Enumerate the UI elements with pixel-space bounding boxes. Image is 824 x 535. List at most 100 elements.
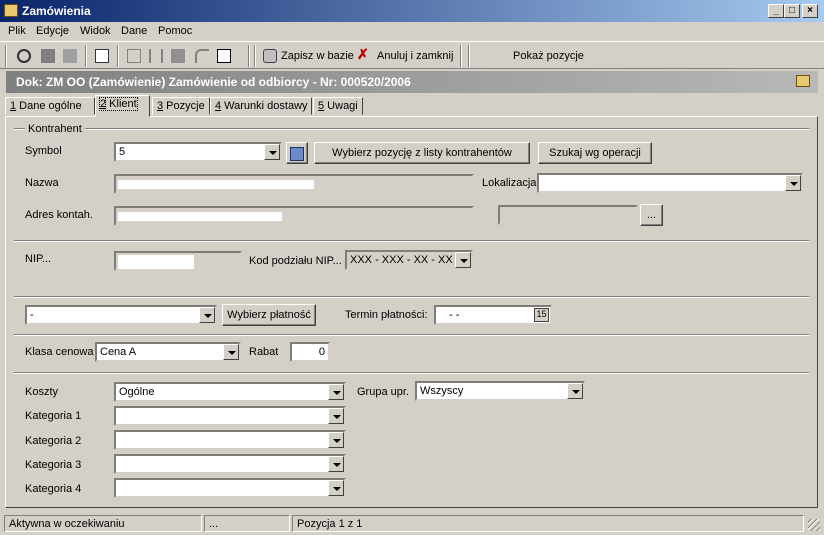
nip-label: NIP... (25, 253, 52, 265)
tab-label: Uwagi (324, 100, 358, 112)
tab-uwagi[interactable]: 5 Uwagi (313, 97, 363, 115)
symbol-label: Symbol (25, 145, 62, 157)
tab-klient[interactable]: 2 Klient (95, 95, 150, 117)
app-icon (4, 4, 18, 17)
adres-extra-field[interactable] (498, 205, 638, 225)
search-by-operation-button[interactable]: Szukaj wg operacji (538, 142, 652, 164)
toolbar-grip (5, 45, 7, 67)
menu-edycje[interactable]: Edycje (36, 25, 69, 37)
kategoria-1-label: Kategoria 1 (25, 410, 82, 422)
close-button[interactable]: × (802, 4, 818, 18)
tab-dane-ogolne[interactable]: 1 Dane ogólne (5, 97, 95, 115)
menu-dane[interactable]: Dane (121, 25, 147, 37)
chevron-down-icon[interactable] (785, 175, 801, 191)
save-db-label[interactable]: Zapisz w bazie (281, 50, 354, 62)
kategoria-3-combo[interactable] (114, 454, 346, 474)
toolbar-separator (117, 45, 119, 67)
payment-method-combo[interactable]: - (25, 305, 217, 325)
termin-platnosci-value: - - (449, 309, 460, 321)
save-tool[interactable] (38, 46, 58, 66)
lookup-icon (290, 147, 304, 161)
rabat-label: Rabat (249, 346, 279, 358)
copy-tool[interactable] (124, 46, 144, 66)
chevron-down-icon[interactable] (328, 480, 344, 496)
koszty-combo[interactable]: Ogólne (114, 382, 346, 402)
kod-podzialu-label: Kod podziału NIP... (249, 255, 342, 267)
toolbar-separator (468, 45, 470, 67)
menu-pomoc[interactable]: Pomoc (158, 25, 192, 37)
minimize-button[interactable]: _ (768, 4, 784, 18)
adres-label: Adres kontah. (25, 209, 93, 221)
tab-warunki-dostawy[interactable]: 4 Warunki dostawy (210, 97, 312, 115)
grupa-upr-combo[interactable]: Wszyscy (415, 381, 585, 401)
kategoria-1-combo[interactable] (114, 406, 346, 426)
menu-bar: Plik Edycje Widok Dane Pomoc (0, 22, 824, 41)
chevron-down-icon[interactable] (223, 344, 239, 360)
adres-field[interactable] (114, 206, 474, 226)
toolbar: Zapisz w bazie ✗ Anuluj i zamknij Pokaż … (0, 41, 824, 69)
kategoria-4-combo[interactable] (114, 478, 346, 498)
grupa-upr-label: Grupa upr. (357, 386, 409, 398)
divider (14, 240, 809, 242)
status-dots: ... (204, 515, 290, 532)
find-tool[interactable] (14, 46, 34, 66)
chevron-down-icon[interactable] (264, 144, 280, 160)
floppy-icon (41, 49, 55, 63)
ellipsis-button[interactable]: ... (640, 204, 663, 226)
window-title: Zamówienia (22, 4, 91, 18)
binoculars-icon (17, 49, 31, 63)
symbol-combo[interactable]: 5 (114, 142, 282, 162)
properties-tool[interactable] (92, 46, 112, 66)
symbol-value: 5 (119, 146, 126, 158)
cancel-close-label[interactable]: Anuluj i zamknij (377, 50, 453, 62)
chevron-down-icon[interactable] (328, 456, 344, 472)
lokalizacja-label: Lokalizacja (482, 177, 537, 189)
chevron-down-icon[interactable] (328, 432, 344, 448)
klasa-cenowa-combo[interactable]: Cena A (95, 342, 241, 362)
cancel-icon: ✗ (357, 46, 369, 62)
kategoria-2-label: Kategoria 2 (25, 435, 82, 447)
undo-tool[interactable] (192, 46, 212, 66)
properties-icon (95, 49, 109, 63)
kod-podzialu-combo[interactable]: XXX - XXX - XX - XX (345, 250, 473, 270)
calendar-icon[interactable]: 15 (534, 308, 549, 322)
divider (14, 334, 809, 336)
kod-podzialu-value: XXX - XXX - XX - XX (350, 254, 453, 266)
kategoria-2-combo[interactable] (114, 430, 346, 450)
chevron-down-icon[interactable] (328, 408, 344, 424)
rabat-field[interactable]: 0 (290, 342, 330, 362)
save-db-tool[interactable] (260, 46, 280, 66)
cut-tool[interactable] (146, 46, 166, 66)
cancel-tool[interactable]: ✗ (355, 46, 375, 66)
grupa-upr-value: Wszyscy (420, 385, 464, 397)
menu-widok[interactable]: Widok (80, 25, 111, 37)
maximize-button[interactable]: □ (784, 4, 800, 18)
menu-plik[interactable]: Plik (8, 25, 26, 37)
select-payment-button[interactable]: Wybierz płatność (222, 304, 316, 326)
divider (14, 372, 809, 374)
rabat-value: 0 (318, 346, 325, 358)
tab-pozycje[interactable]: 3 Pozycje (152, 97, 210, 115)
delete-tool[interactable] (60, 46, 80, 66)
chevron-down-icon[interactable] (567, 383, 583, 399)
lokalizacja-combo[interactable] (537, 173, 803, 193)
kontrahent-group-label: Kontrahent (25, 123, 85, 135)
kategoria-4-label: Kategoria 4 (25, 483, 82, 495)
chevron-down-icon[interactable] (455, 252, 471, 268)
mail-tool[interactable] (214, 46, 234, 66)
lookup-button[interactable] (286, 142, 308, 164)
nazwa-field[interactable] (114, 174, 474, 194)
tab-label: Warunki dostawy (221, 100, 308, 112)
select-contractor-button[interactable]: Wybierz pozycję z listy kontrahentów (314, 142, 530, 164)
copy-icon (127, 49, 141, 63)
show-items-button[interactable]: Pokaż pozycje (513, 50, 584, 62)
nip-field[interactable] (114, 251, 242, 271)
chevron-down-icon[interactable] (328, 384, 344, 400)
folder-icon[interactable] (796, 75, 810, 87)
klasa-cenowa-value: Cena A (100, 346, 137, 358)
paste-tool[interactable] (168, 46, 188, 66)
chevron-down-icon[interactable] (199, 307, 215, 323)
resize-grip-icon[interactable] (808, 519, 820, 531)
termin-platnosci-field[interactable]: - - 15 (434, 305, 552, 325)
toolbar-separator (254, 45, 256, 67)
